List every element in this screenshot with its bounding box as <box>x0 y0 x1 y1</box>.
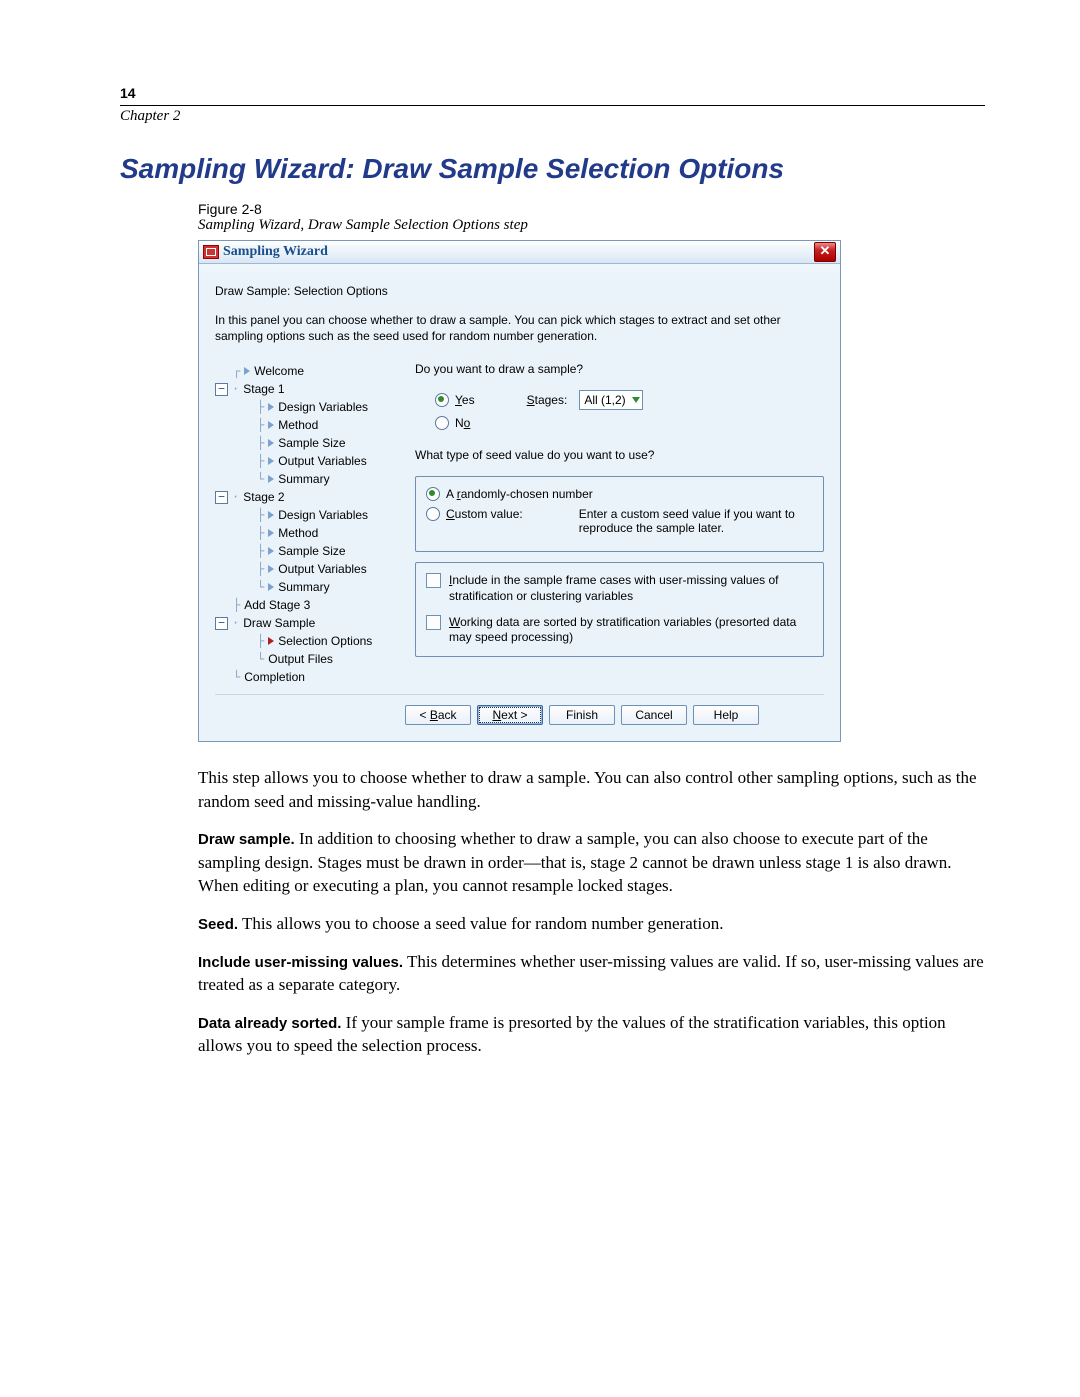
body-text: This step allows you to choose whether t… <box>198 766 985 1057</box>
tree-sample-size[interactable]: Sample Size <box>278 434 345 452</box>
tree-method[interactable]: Method <box>278 524 318 542</box>
cancel-button[interactable]: Cancel <box>621 705 687 725</box>
tree-completion[interactable]: Completion <box>244 668 305 686</box>
chevron-right-icon <box>268 421 274 429</box>
chapter-label: Chapter 2 <box>120 108 985 125</box>
section-heading: Sampling Wizard: Draw Sample Selection O… <box>120 153 985 185</box>
tree-stage1[interactable]: Stage 1 <box>243 380 284 398</box>
title-bar: Sampling Wizard ✕ <box>199 241 840 264</box>
stages-label: Stages: <box>527 393 568 407</box>
radio-custom-seed[interactable] <box>426 507 440 521</box>
radio-no[interactable] <box>435 416 449 430</box>
page: 14 Chapter 2 Sampling Wizard: Draw Sampl… <box>0 0 1080 1132</box>
options-panel: Do you want to draw a sample? Yes Stages… <box>415 362 824 686</box>
dialog-body: Draw Sample: Selection Options In this p… <box>199 264 840 741</box>
wizard-tree: ┌Welcome −·Stage 1 ├Design Variables ├Me… <box>215 362 387 686</box>
tree-output-variables[interactable]: Output Variables <box>278 560 367 578</box>
tree-sample-size[interactable]: Sample Size <box>278 542 345 560</box>
radio-random-label: A randomly-chosen number <box>446 487 593 501</box>
seed-group: A randomly-chosen number Custom value: E… <box>415 476 824 552</box>
help-button[interactable]: Help <box>693 705 759 725</box>
chevron-right-icon <box>268 529 274 537</box>
radio-yes-label: Yes <box>455 393 475 407</box>
tree-summary[interactable]: Summary <box>278 470 329 488</box>
lead-seed: Seed. <box>198 916 238 933</box>
radio-yes[interactable] <box>435 393 449 407</box>
panel-description: In this panel you can choose whether to … <box>215 312 824 344</box>
checkbox-data-sorted[interactable] <box>426 615 441 630</box>
paragraph-das: Data already sorted. If your sample fram… <box>198 1011 985 1058</box>
dropdown-arrow-icon <box>632 397 640 403</box>
chevron-right-icon <box>268 475 274 483</box>
radio-custom-label: Custom value: <box>446 507 523 521</box>
chevron-right-icon <box>268 457 274 465</box>
collapse-icon[interactable]: − <box>215 491 228 504</box>
app-icon <box>203 245 219 259</box>
stages-dropdown[interactable]: All (1,2) <box>579 390 642 410</box>
radio-no-label: No <box>455 416 470 430</box>
sampling-wizard-dialog: Sampling Wizard ✕ Draw Sample: Selection… <box>198 240 841 742</box>
paragraph-intro: This step allows you to choose whether t… <box>198 766 985 813</box>
paragraph-draw-sample: Draw sample. In addition to choosing whe… <box>198 827 985 898</box>
lead-umv: Include user-missing values. <box>198 954 403 971</box>
tree-selection-options[interactable]: Selection Options <box>278 632 372 650</box>
tree-design-variables[interactable]: Design Variables <box>278 398 368 416</box>
checkbox-include-missing-label: Include in the sample frame cases with u… <box>449 573 813 604</box>
checkbox-include-missing[interactable] <box>426 573 441 588</box>
chevron-right-icon <box>268 403 274 411</box>
page-number: 14 <box>120 85 985 101</box>
stages-value: All (1,2) <box>584 393 625 407</box>
misc-options-group: Include in the sample frame cases with u… <box>415 562 824 656</box>
chevron-right-icon <box>268 547 274 555</box>
back-button[interactable]: < Back <box>405 705 471 725</box>
finish-button[interactable]: Finish <box>549 705 615 725</box>
checkbox-data-sorted-label: Working data are sorted by stratificatio… <box>449 615 813 646</box>
chevron-right-icon <box>268 439 274 447</box>
tree-summary[interactable]: Summary <box>278 578 329 596</box>
chevron-right-icon <box>268 637 274 645</box>
tree-design-variables[interactable]: Design Variables <box>278 506 368 524</box>
next-button[interactable]: Next > <box>477 705 543 725</box>
paragraph-umv: Include user-missing values. This determ… <box>198 950 985 997</box>
collapse-icon[interactable]: − <box>215 617 228 630</box>
tree-method[interactable]: Method <box>278 416 318 434</box>
chevron-right-icon <box>268 565 274 573</box>
tree-stage2[interactable]: Stage 2 <box>243 488 284 506</box>
chevron-right-icon <box>244 367 250 375</box>
tree-output-variables[interactable]: Output Variables <box>278 452 367 470</box>
lead-das: Data already sorted. <box>198 1015 341 1032</box>
lead-draw-sample: Draw sample. <box>198 831 295 848</box>
chevron-right-icon <box>268 511 274 519</box>
close-icon[interactable]: ✕ <box>814 242 836 262</box>
tree-welcome[interactable]: Welcome <box>254 362 304 380</box>
wizard-button-row: < Back Next > Finish Cancel Help <box>215 694 824 731</box>
custom-seed-hint: Enter a custom seed value if you want to… <box>579 507 809 535</box>
question-draw-sample: Do you want to draw a sample? <box>415 362 824 376</box>
panel-subtitle: Draw Sample: Selection Options <box>215 284 824 298</box>
question-seed-type: What type of seed value do you want to u… <box>415 448 824 462</box>
window-title: Sampling Wizard <box>223 244 328 260</box>
tree-add-stage3[interactable]: Add Stage 3 <box>244 596 310 614</box>
radio-random-seed[interactable] <box>426 487 440 501</box>
figure-caption: Sampling Wizard, Draw Sample Selection O… <box>198 217 985 234</box>
paragraph-seed: Seed. This allows you to choose a seed v… <box>198 912 985 936</box>
collapse-icon[interactable]: − <box>215 383 228 396</box>
figure-label: Figure 2-8 <box>198 201 985 217</box>
header-rule <box>120 105 985 106</box>
chevron-right-icon <box>268 583 274 591</box>
tree-output-files[interactable]: Output Files <box>268 650 333 668</box>
tree-draw-sample[interactable]: Draw Sample <box>243 614 315 632</box>
